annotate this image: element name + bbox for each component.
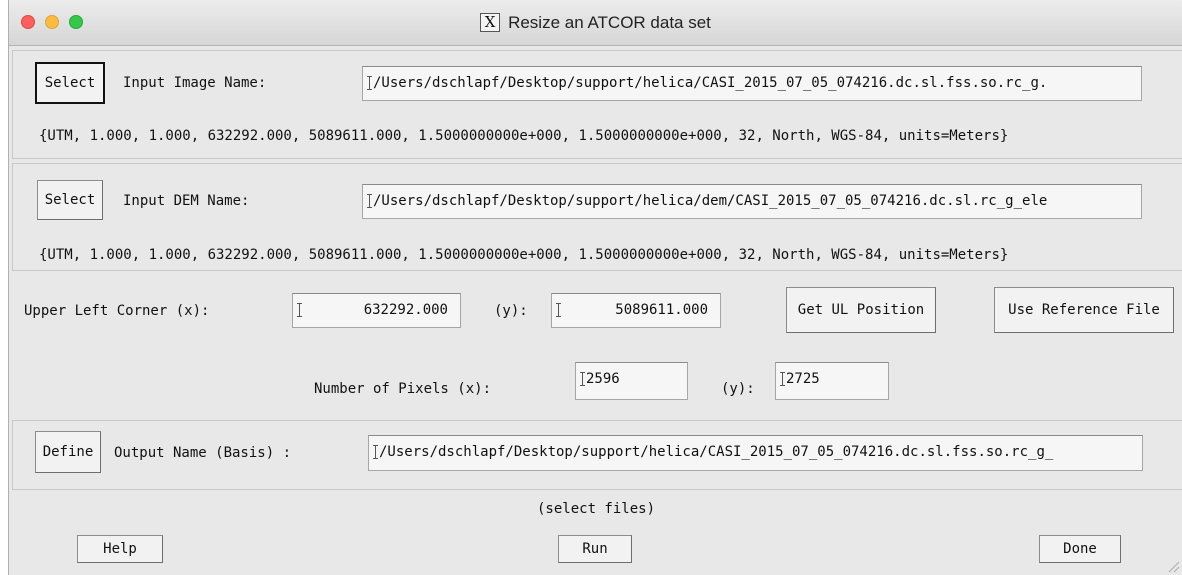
input-dem-path: /Users/dschlapf/Desktop/support/helica/d… — [373, 193, 1048, 209]
resize-atcor-dialog: X Resize an ATCOR data set Select Input … — [8, 0, 1182, 575]
upper-left-y-value: 5089611.000 — [615, 302, 708, 318]
input-dem-map-info: {UTM, 1.000, 1.000, 632292.000, 5089611.… — [39, 247, 1009, 263]
select-input-image-button[interactable]: Select — [35, 62, 105, 104]
pixels-x-label: Number of Pixels (x): — [314, 381, 492, 397]
run-button[interactable]: Run — [558, 535, 632, 563]
pixels-y-field[interactable]: 2725 — [775, 362, 889, 400]
text-cursor-icon — [580, 372, 585, 386]
text-cursor-icon — [367, 194, 372, 208]
input-image-label: Input Image Name: — [123, 75, 267, 91]
text-cursor-icon — [780, 372, 785, 386]
text-cursor-icon — [373, 445, 378, 459]
resize-grip-icon[interactable] — [1166, 559, 1180, 573]
define-output-button[interactable]: Define — [35, 431, 101, 473]
window-title-area: X Resize an ATCOR data set — [9, 0, 1182, 45]
help-button[interactable]: Help — [77, 535, 163, 563]
upper-left-x-value: 632292.000 — [363, 302, 448, 318]
input-dem-label: Input DEM Name: — [123, 193, 250, 209]
output-name-path: /Users/dschlapf/Desktop/support/helica/C… — [379, 444, 1054, 460]
done-button[interactable]: Done — [1039, 535, 1121, 563]
input-image-map-info: {UTM, 1.000, 1.000, 632292.000, 5089611.… — [39, 128, 1009, 144]
get-ul-position-button[interactable]: Get UL Position — [786, 287, 936, 333]
title-bar: X Resize an ATCOR data set — [9, 0, 1182, 46]
x11-app-icon: X — [480, 13, 501, 32]
window-title: Resize an ATCOR data set — [508, 12, 711, 32]
pixels-x-field[interactable]: 2596 — [575, 362, 688, 400]
status-text: (select files) — [537, 501, 656, 517]
output-name-label: Output Name (Basis) : — [114, 445, 292, 461]
output-section: Define Output Name (Basis) : /Users/dsch… — [12, 420, 1182, 490]
input-dem-section: Select Input DEM Name: /Users/dschlapf/D… — [12, 163, 1182, 271]
input-image-path: /Users/dschlapf/Desktop/support/helica/C… — [373, 75, 1048, 91]
pixels-y-label: (y): — [721, 381, 755, 397]
select-input-dem-button[interactable]: Select — [37, 180, 103, 220]
use-reference-file-button[interactable]: Use Reference File — [994, 287, 1174, 333]
text-cursor-icon — [556, 303, 561, 317]
pixels-x-value: 2596 — [586, 371, 620, 387]
upper-left-x-label: Upper Left Corner (x): — [24, 303, 210, 319]
text-cursor-icon — [297, 303, 302, 317]
input-image-section: Select Input Image Name: /Users/dschlapf… — [12, 50, 1182, 159]
output-name-field[interactable]: /Users/dschlapf/Desktop/support/helica/C… — [368, 435, 1143, 471]
upper-left-x-field[interactable]: 632292.000 — [292, 293, 461, 328]
upper-left-y-field[interactable]: 5089611.000 — [551, 293, 721, 328]
input-image-field[interactable]: /Users/dschlapf/Desktop/support/helica/C… — [362, 66, 1142, 101]
text-cursor-icon — [367, 76, 372, 90]
pixels-y-value: 2725 — [786, 371, 820, 387]
input-dem-field[interactable]: /Users/dschlapf/Desktop/support/helica/d… — [362, 184, 1142, 219]
upper-left-y-label: (y): — [494, 303, 528, 319]
